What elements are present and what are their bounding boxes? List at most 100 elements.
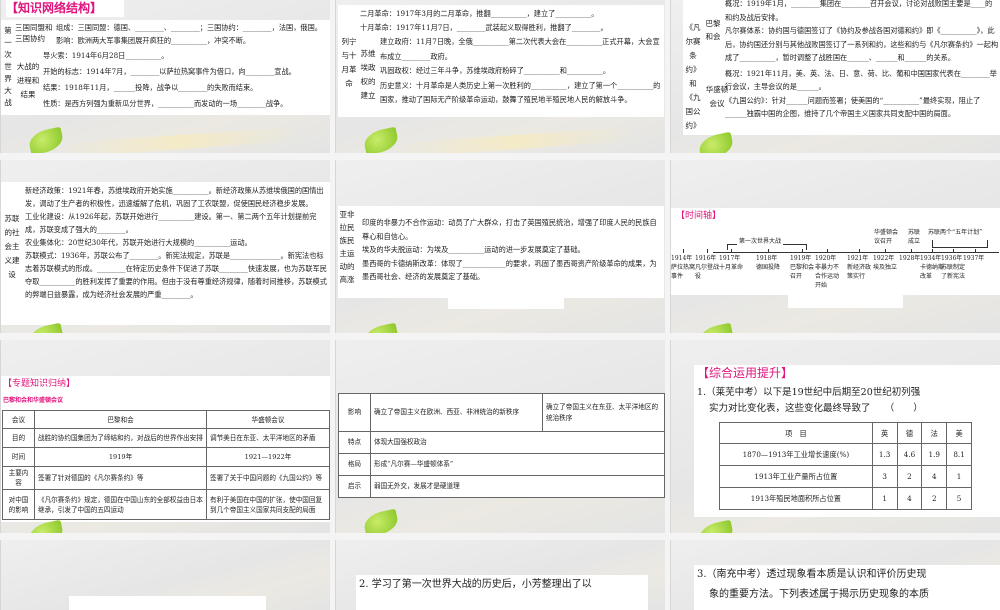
timeline-tick bbox=[975, 249, 976, 253]
slide-thumbnail-2[interactable]: 列宁与十月革命 苏维埃政权的建立 二月革命：1917年3月的二月革命，推翻___… bbox=[335, 0, 665, 153]
table-cell: 1870—1913年工业增长速度(%) bbox=[719, 443, 873, 466]
slide-thumbnail-8[interactable]: 影响 确立了帝国主义在欧洲、西亚、非洲统治的新秩序 确立了帝国主义在东亚、太平洋地区… bbox=[335, 340, 665, 533]
decor-streak bbox=[60, 126, 302, 153]
text-line: 概况：1921年11月，美、英、法、日、意、荷、比、葡和中国国家代表在_____… bbox=[725, 68, 997, 92]
timeline-event-label: 苏联制定了新宪法 bbox=[941, 264, 966, 280]
table-cell: 战胜的协约国集团为了缔结和约，对战后的世界作出安排 bbox=[34, 428, 207, 448]
table-cell: 确立了帝国主义在欧洲、西亚、非洲统治的新秩序 bbox=[370, 393, 543, 432]
table-cell: 3 bbox=[871, 465, 898, 488]
slide-thumbnail-6[interactable]: 【时间轴】 第一次世界大战 华盛顿会议召开 苏联成立 苏联两个“五年计划” 19… bbox=[670, 160, 1000, 333]
section-subtitle: 巴黎和会和华盛顿会议 bbox=[3, 397, 64, 404]
leaf-icon bbox=[697, 322, 735, 333]
text-line: 开始的标志：1914年7月，________以萨拉热窝事件为借口，向______… bbox=[43, 67, 296, 76]
content-panel: 亚非拉民族民主运动的高涨 印度的非暴力不合作运动：动员了广大群众，打击了英国殖民… bbox=[338, 206, 664, 298]
table-cell: 对中国的影响 bbox=[2, 489, 35, 520]
text-line: 结果：1918年11月，______投降，战争以________的失败而结束。 bbox=[43, 83, 258, 92]
slide-title: 【知识网络结构】 bbox=[6, 1, 103, 15]
text-line: 巩固政权：经过三年斗争，苏维埃政府粉碎了__________和_________… bbox=[380, 66, 611, 75]
table-cell: 2 bbox=[896, 465, 923, 488]
timeline-tick bbox=[731, 249, 732, 253]
text-line: 《九国公约》：针对______问题而签署；使美国的“__________”最终实… bbox=[725, 95, 981, 119]
table-cell: 1 bbox=[871, 487, 898, 510]
text-line: 性质：是西方列强为重新瓜分世界，__________而发动的一场________… bbox=[43, 99, 288, 108]
timeline-tick bbox=[768, 249, 769, 253]
question-line: 1.（莱芜中考）以下是19世纪中后期至20世纪初列强 bbox=[697, 387, 921, 398]
timeline-year: 1921年 bbox=[847, 255, 869, 262]
leaf-icon bbox=[362, 126, 400, 153]
text-line: 印度的非暴力不合作运动：动员了广大群众，打击了英国殖民统治，增强了印度人民的民族… bbox=[362, 218, 657, 241]
timeline-axis bbox=[713, 252, 999, 253]
table-cell: 5 bbox=[946, 487, 972, 510]
timeline-year: 1934年 bbox=[920, 255, 942, 262]
leaf-icon bbox=[362, 322, 400, 333]
timeline-tick bbox=[683, 249, 684, 253]
slide-thumbnail-9[interactable]: 【综合运用提升】 1.（莱芜中考）以下是19世纪中后期至20世纪初列强 实力对比… bbox=[670, 340, 1000, 533]
slide-title: 【时间轴】 bbox=[676, 211, 722, 221]
table-row: 启示 弱国无外交，发展才是硬道理 bbox=[338, 475, 665, 498]
timeline-year: 1916年 bbox=[695, 255, 717, 262]
table-cell: 4 bbox=[896, 487, 923, 510]
group-label: 三国同盟和三国协约 bbox=[15, 23, 53, 43]
table-cell: 2 bbox=[921, 487, 948, 510]
timeline-event-label: 巴黎和会召开 bbox=[790, 264, 815, 280]
slide-thumbnail-7[interactable]: 【专题知识归纳】 巴黎和会和华盛顿会议 会议 巴黎和会 华盛顿会议 目的 战胜的协约国… bbox=[0, 340, 330, 533]
table-cell: 会议 bbox=[2, 410, 35, 429]
text-line: 墨西哥的卡德纳斯改革：体现了____________的要求，巩固了墨西哥资产阶级… bbox=[362, 258, 657, 282]
table-cell: 1913年殖民地面积所占位置 bbox=[719, 487, 873, 510]
decor-streak bbox=[395, 126, 637, 153]
table-cell: 调节美日在东亚、太平洋地区的矛盾 bbox=[206, 428, 330, 448]
table-cell: 弱国无外交，发展才是硬道理 bbox=[370, 475, 665, 498]
table-row: 1870—1913年工业增长速度(%) 1.3 4.6 1.9 8.1 bbox=[719, 443, 972, 466]
slide-thumbnail-4[interactable]: 苏联的社会主义建设 新经济政策：1921年春，苏维埃政府开始实施________… bbox=[0, 160, 330, 333]
timeline-year: 1919年 bbox=[790, 255, 812, 262]
timeline-year: 1936年 bbox=[941, 255, 963, 262]
table-cell: 项 目 bbox=[719, 422, 873, 444]
table-cell: 1.3 bbox=[871, 443, 898, 466]
table-cell: 有利于美国在中国的扩张，使中国回复到几个帝国主义国家共同支配的局面 bbox=[206, 489, 330, 520]
timeline-year: 1920年 bbox=[815, 255, 837, 262]
event-top-label: 华盛顿会议召开 bbox=[874, 229, 899, 245]
timeline-event-label: 萨拉热窝事件 bbox=[671, 264, 696, 280]
table-cell: 1921—1922年 bbox=[206, 447, 330, 467]
table-cell: 主要内容 bbox=[2, 466, 35, 490]
leaf-icon bbox=[697, 519, 735, 533]
timeline-event-label: 新经济政策实行 bbox=[847, 264, 872, 280]
table-row: 项 目英德法美 bbox=[719, 422, 972, 444]
timeline-event-label: 埃及独立 bbox=[873, 264, 898, 271]
table-cell: 体现大国强权政治 bbox=[370, 431, 665, 454]
table-cell: 启示 bbox=[338, 475, 371, 498]
text-line: 历史意义：十月革命是人类历史上第一次胜利的__________，建立了第一个__… bbox=[380, 80, 661, 105]
event-top-label: 苏联成立 bbox=[908, 229, 921, 245]
text-line: 埃及的华夫脱运动：为埃及__________运动的进一步发展奠定了基础。 bbox=[362, 245, 585, 254]
table-cell: 华盛顿会议 bbox=[206, 410, 330, 429]
content-panel: 【综合运用提升】 1.（莱芜中考）以下是19世纪中后期至20世纪初列强 实力对比… bbox=[694, 365, 1000, 517]
timeline-tick bbox=[885, 249, 886, 253]
question-line: 2. 学习了第一次世界大战的历史后，小芳整理出了以 bbox=[359, 579, 592, 590]
timeline-year: 1918年 bbox=[756, 255, 778, 262]
timeline-year: 1914年 bbox=[671, 255, 693, 262]
text-line: 新经济政策：1921年春，苏维埃政府开始实施__________。新经济政策从苏… bbox=[25, 186, 324, 208]
content-panel: 3.（南充中考）透过现象看本质是认识和评价历史现 象的重要方法。下列表述属于揭示… bbox=[694, 565, 1000, 610]
slide-thumbnail-3[interactable]: 《凡尔赛条约》和《九国公约》 巴黎和会 华盛顿会议 概况：1919年1月，___… bbox=[670, 0, 1000, 153]
timeline-event-label: 德国投降 bbox=[756, 264, 781, 271]
content-panel: 第一次世界大战 三国同盟和三国协约 大战的进程和结果 组成：三国同盟：德国、__… bbox=[1, 20, 330, 115]
five-year-plan-label: 苏联两个“五年计划” bbox=[928, 229, 983, 236]
table-cell: 4 bbox=[921, 465, 948, 488]
table-row: 影响 确立了帝国主义在欧洲、西亚、非洲统治的新秩序 确立了帝国主义在东亚、太平洋地区… bbox=[338, 393, 665, 432]
slide-title: 【专题知识归纳】 bbox=[3, 379, 76, 389]
white-block bbox=[448, 298, 564, 309]
table-cell: 签署了关于中国问题的《九国公约》等 bbox=[206, 466, 330, 490]
title-bar: 【知识网络结构】 bbox=[6, 0, 124, 17]
table-cell: 法 bbox=[921, 422, 948, 444]
text-line: 概况：1919年1月，________集团在________召开会议，讨论对战败… bbox=[725, 0, 993, 22]
text-line: 建立政府：11月7日晚，全俄__________第二次代表大会在________… bbox=[380, 37, 660, 61]
slide-thumbnail-1[interactable]: 【知识网络结构】 第一次世界大战 三国同盟和三国协约 大战的进程和结果 组成：三… bbox=[0, 0, 330, 153]
table-cell: 1919年 bbox=[34, 447, 207, 467]
table-cell: 特点 bbox=[338, 431, 371, 454]
ww1-label: 第一次世界大战 bbox=[737, 237, 784, 246]
table-row: 1913年工业产量所占位置 3 2 4 1 bbox=[719, 465, 972, 488]
timeline-event-label: 非暴力不合作运动开始 bbox=[815, 264, 840, 289]
table-cell: 《凡尔赛条约》规定，德国在中国山东的全部权益由日本继承，引发了中国的五四运动 bbox=[34, 489, 207, 520]
table-cell: 签署了针对德国的《凡尔赛条约》等 bbox=[34, 466, 207, 490]
slide-thumbnail-5[interactable]: 亚非拉民族民主运动的高涨 印度的非暴力不合作运动：动员了广大群众，打击了英国殖民… bbox=[335, 160, 665, 333]
